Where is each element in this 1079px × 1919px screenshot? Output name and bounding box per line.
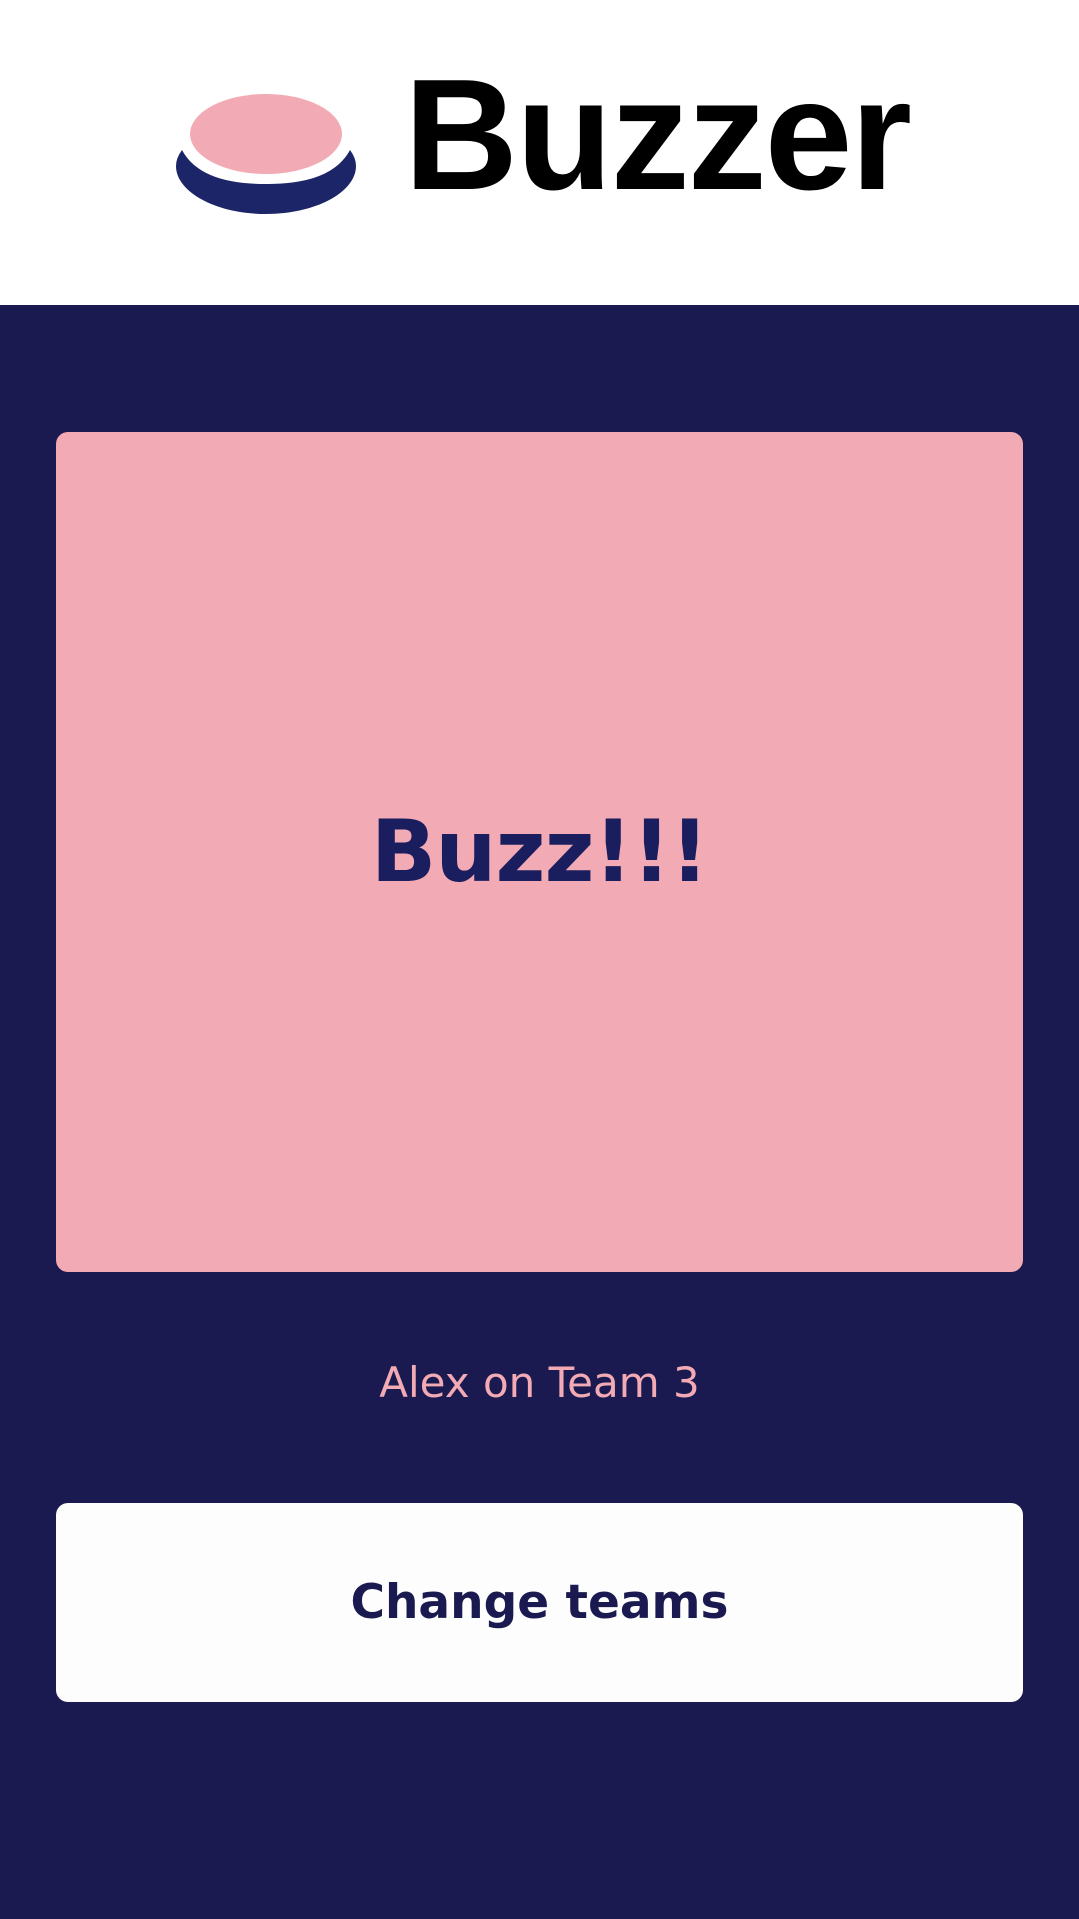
- buzzer-button-icon: [176, 94, 356, 214]
- change-teams-button[interactable]: Change teams: [56, 1503, 1023, 1702]
- app-title: Buzzer: [404, 47, 912, 223]
- app-screen: Buzzer Buzz!!! Alex on Team 3 Change tea…: [0, 0, 1079, 1919]
- app-header: Buzzer: [0, 0, 1079, 305]
- buzz-button-label: Buzz!!!: [370, 802, 710, 902]
- player-team-info: Alex on Team 3: [379, 1358, 700, 1407]
- buzz-button[interactable]: Buzz!!!: [56, 432, 1023, 1272]
- change-teams-label: Change teams: [350, 1575, 729, 1630]
